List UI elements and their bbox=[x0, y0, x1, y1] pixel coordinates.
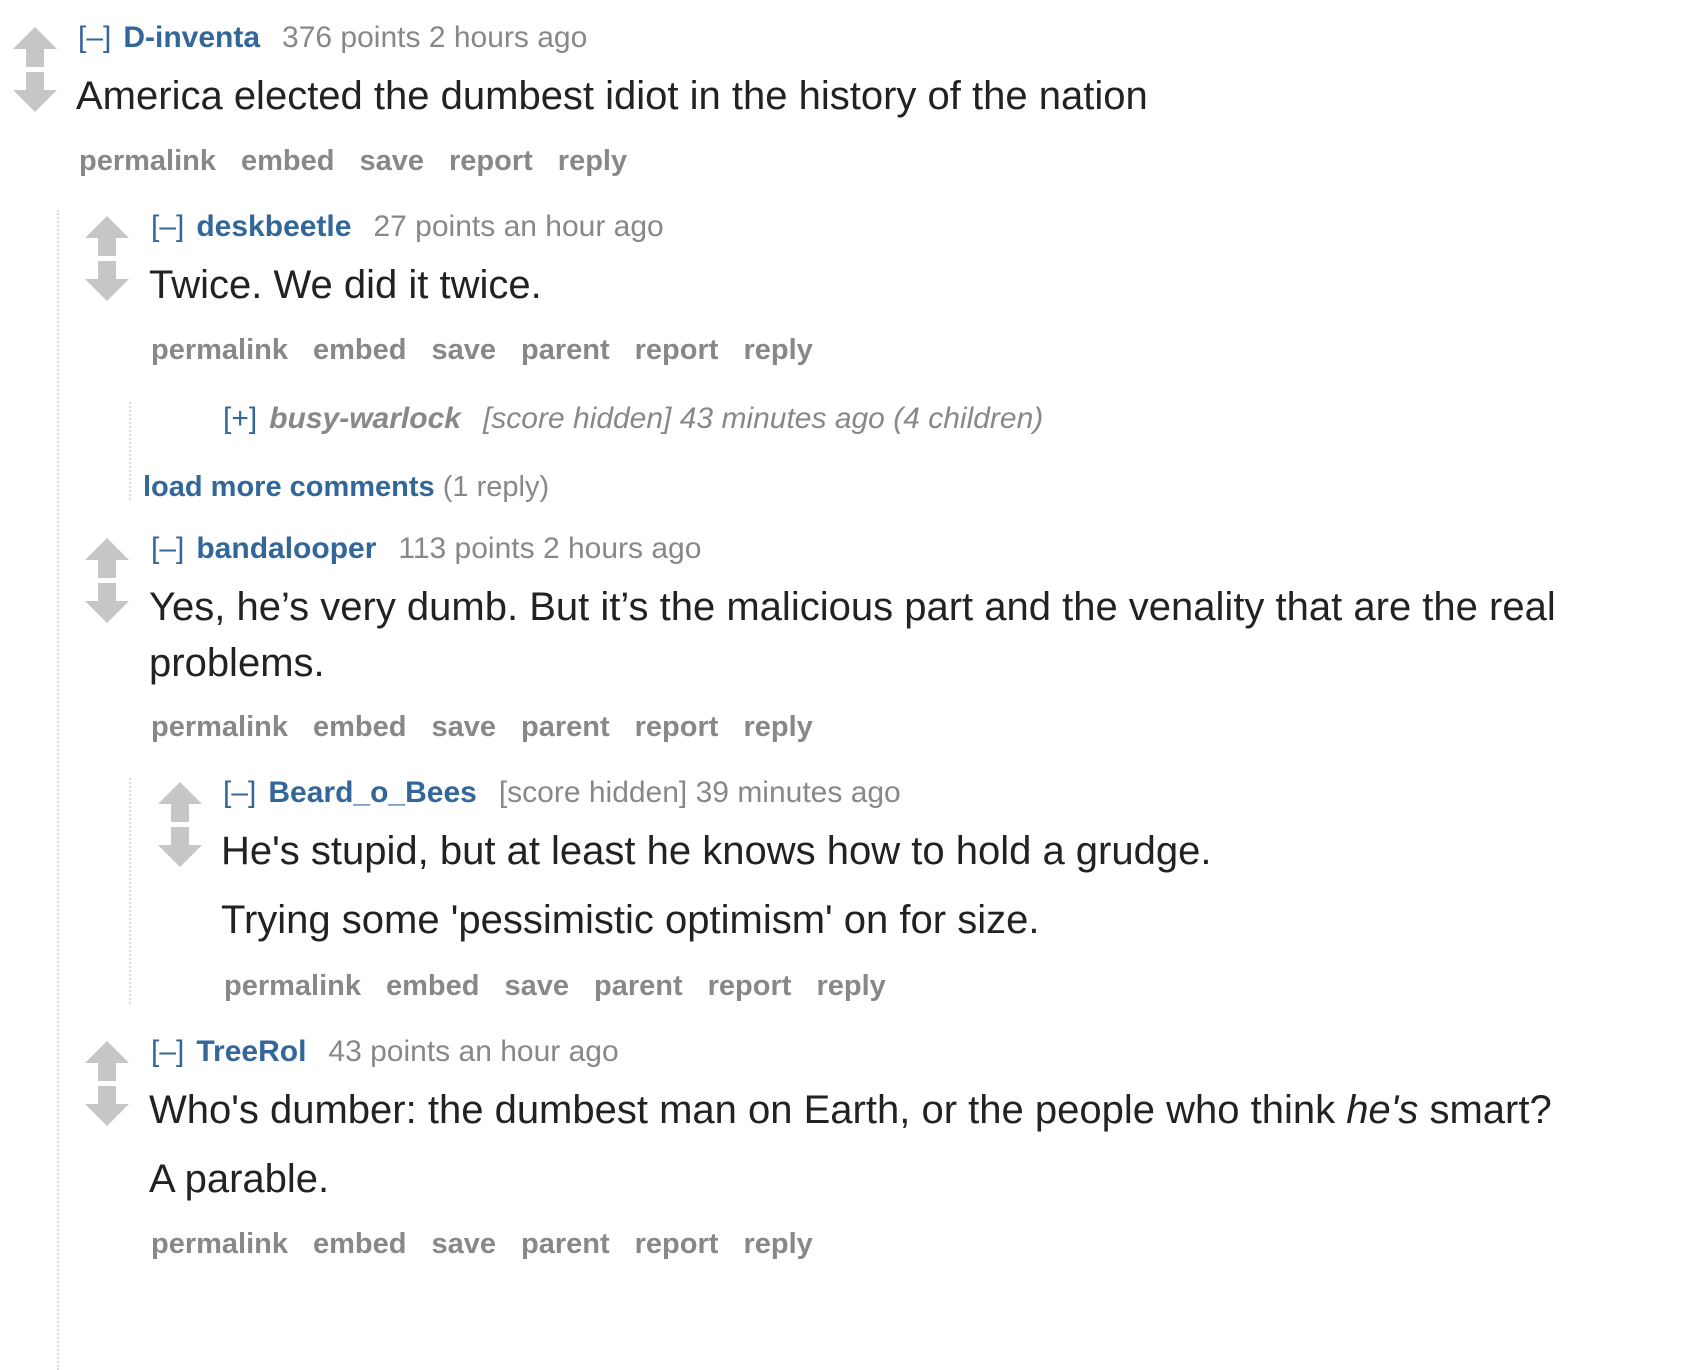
expand-toggle[interactable]: [+] bbox=[223, 402, 257, 435]
save-button[interactable]: save bbox=[431, 1228, 496, 1260]
downvote-arrow-icon[interactable] bbox=[83, 1084, 131, 1128]
collapse-toggle[interactable]: [–] bbox=[151, 532, 184, 565]
comment-time: an hour ago bbox=[503, 210, 664, 243]
reply-button[interactable]: reply bbox=[816, 970, 885, 1002]
comment-actions: permalink embed save parent report reply bbox=[224, 968, 911, 1004]
comment-body: America elected the dumbest idiot in the… bbox=[76, 74, 1148, 118]
reply-button[interactable]: reply bbox=[743, 1228, 812, 1260]
upvote-arrow-icon[interactable] bbox=[83, 214, 131, 258]
body-text-segment: Who's dumber: the dumbest man on Earth, … bbox=[149, 1088, 1347, 1132]
report-button[interactable]: report bbox=[708, 970, 792, 1002]
report-button[interactable]: report bbox=[635, 1228, 719, 1260]
comment-body: Twice. We did it twice. bbox=[149, 263, 542, 307]
body-text-segment: smart? bbox=[1418, 1088, 1552, 1132]
upvote-arrow-icon[interactable] bbox=[83, 1039, 131, 1083]
embed-button[interactable]: embed bbox=[313, 334, 406, 366]
collapse-toggle[interactable]: [–] bbox=[151, 1035, 184, 1068]
comment-body-paragraph: He's stupid, but at least he knows how t… bbox=[221, 829, 1212, 873]
embed-button[interactable]: embed bbox=[386, 970, 479, 1002]
downvote-arrow-icon[interactable] bbox=[156, 825, 204, 869]
comment-time: 2 hours ago bbox=[542, 532, 702, 565]
upvote-arrow-icon[interactable] bbox=[11, 25, 59, 69]
comment-body-paragraph: Trying some 'pessimistic optimism' on fo… bbox=[221, 898, 1040, 942]
parent-button[interactable]: parent bbox=[594, 970, 683, 1002]
body-emphasis: he's bbox=[1346, 1088, 1419, 1132]
permalink-button[interactable]: permalink bbox=[151, 334, 288, 366]
comment-score: 27 points bbox=[373, 210, 496, 243]
permalink-button[interactable]: permalink bbox=[151, 711, 288, 743]
comment-body-paragraph: A parable. bbox=[149, 1157, 330, 1201]
save-button[interactable]: save bbox=[504, 970, 569, 1002]
parent-button[interactable]: parent bbox=[521, 1228, 610, 1260]
upvote-arrow-icon[interactable] bbox=[83, 536, 131, 580]
save-button[interactable]: save bbox=[431, 334, 496, 366]
collapse-toggle[interactable]: [–] bbox=[78, 21, 111, 54]
reply-button[interactable]: reply bbox=[558, 145, 627, 177]
collapse-toggle[interactable]: [–] bbox=[151, 210, 184, 243]
comment-body-paragraph: Who's dumber: the dumbest man on Earth, … bbox=[149, 1086, 1552, 1134]
downvote-arrow-icon[interactable] bbox=[11, 70, 59, 114]
report-button[interactable]: report bbox=[635, 334, 719, 366]
load-more-count: (1 reply) bbox=[442, 471, 550, 503]
nest-line bbox=[57, 210, 59, 1370]
downvote-arrow-icon[interactable] bbox=[83, 581, 131, 625]
comment-author[interactable]: busy-warlock bbox=[269, 402, 461, 435]
collapse-toggle[interactable]: [–] bbox=[223, 776, 256, 809]
comment-time: 43 minutes ago bbox=[679, 402, 885, 435]
permalink-button[interactable]: permalink bbox=[151, 1228, 288, 1260]
embed-button[interactable]: embed bbox=[313, 711, 406, 743]
comment-tagline: [–] D-inventa 376 points 2 hours ago bbox=[78, 20, 587, 56]
upvote-arrow-icon[interactable] bbox=[156, 780, 204, 824]
children-count: (4 children) bbox=[893, 402, 1044, 435]
comment-time: 39 minutes ago bbox=[695, 776, 901, 809]
comment-author[interactable]: Beard_o_Bees bbox=[268, 776, 476, 809]
collapsed-comment-tagline: [+] busy-warlock [score hidden] 43 minutes… bbox=[223, 401, 1043, 437]
comment-actions: permalink embed save report reply bbox=[79, 143, 652, 179]
comment-tagline: [–] TreeRol 43 points an hour ago bbox=[151, 1034, 619, 1070]
save-button[interactable]: save bbox=[431, 711, 496, 743]
downvote-arrow-icon[interactable] bbox=[83, 259, 131, 303]
comment-author[interactable]: bandalooper bbox=[196, 532, 376, 565]
comment-actions: permalink embed save parent report reply bbox=[151, 709, 838, 745]
report-button[interactable]: report bbox=[449, 145, 533, 177]
nest-line bbox=[129, 778, 131, 1004]
comment-actions: permalink embed save parent report reply bbox=[151, 1226, 838, 1262]
comment-body-line: Yes, he’s very dumb. But it’s the malici… bbox=[149, 585, 1556, 629]
comment-score: 43 points bbox=[328, 1035, 451, 1068]
permalink-button[interactable]: permalink bbox=[224, 970, 361, 1002]
comment-time: 2 hours ago bbox=[428, 21, 588, 54]
comment-tagline: [–] Beard_o_Bees [score hidden] 39 minutes… bbox=[223, 775, 901, 811]
comment-actions: permalink embed save parent report reply bbox=[151, 332, 838, 368]
report-button[interactable]: report bbox=[635, 711, 719, 743]
comment-score: 113 points bbox=[398, 532, 535, 565]
load-more-comments: load more comments (1 reply) bbox=[143, 469, 549, 505]
embed-button[interactable]: embed bbox=[313, 1228, 406, 1260]
embed-button[interactable]: embed bbox=[241, 145, 334, 177]
comment-body-line: problems. bbox=[149, 641, 325, 685]
comment-tagline: [–] deskbeetle 27 points an hour ago bbox=[151, 209, 664, 245]
comment-author[interactable]: TreeRol bbox=[196, 1035, 306, 1068]
comment-author[interactable]: deskbeetle bbox=[196, 210, 351, 243]
comment-score: [score hidden] bbox=[482, 402, 672, 435]
load-more-link[interactable]: load more comments bbox=[143, 471, 435, 503]
comment-score: [score hidden] bbox=[498, 776, 688, 809]
parent-button[interactable]: parent bbox=[521, 711, 610, 743]
reply-button[interactable]: reply bbox=[743, 711, 812, 743]
comment-author[interactable]: D-inventa bbox=[123, 21, 260, 54]
nest-line bbox=[129, 402, 131, 500]
comment-score: 376 points bbox=[282, 21, 421, 54]
reply-button[interactable]: reply bbox=[743, 334, 812, 366]
comment-tagline: [–] bandalooper 113 points 2 hours ago bbox=[151, 531, 701, 567]
comment-time: an hour ago bbox=[458, 1035, 619, 1068]
save-button[interactable]: save bbox=[359, 145, 424, 177]
permalink-button[interactable]: permalink bbox=[79, 145, 216, 177]
parent-button[interactable]: parent bbox=[521, 334, 610, 366]
